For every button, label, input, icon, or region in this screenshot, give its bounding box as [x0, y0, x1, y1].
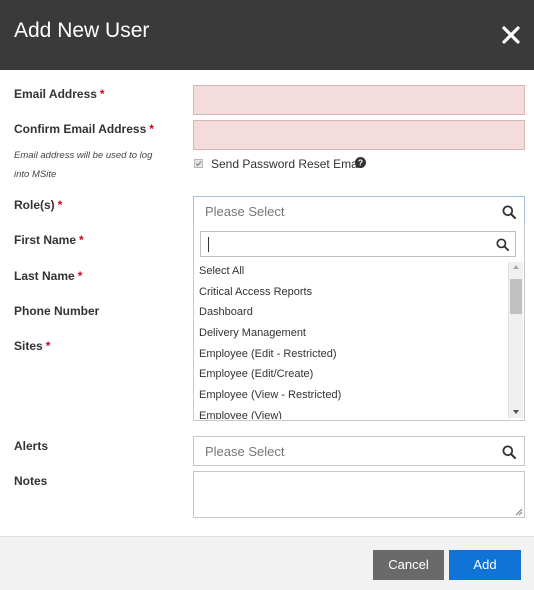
- dialog-header: Add New User: [0, 0, 534, 70]
- scrollbar-thumb[interactable]: [510, 279, 522, 314]
- notes-textarea[interactable]: [193, 471, 525, 518]
- sites-label: Sites *: [14, 339, 51, 353]
- roles-option[interactable]: Employee (View - Restricted): [194, 385, 508, 406]
- roles-dropdown: Select All Critical Access Reports Dashb…: [193, 225, 525, 421]
- required-marker: *: [99, 87, 105, 101]
- roles-option[interactable]: Critical Access Reports: [194, 282, 508, 303]
- required-marker: *: [45, 339, 51, 353]
- roles-option-select-all[interactable]: Select All: [194, 261, 508, 282]
- roles-label: Role(s) *: [14, 198, 63, 212]
- confirm-email-field[interactable]: [193, 120, 525, 150]
- email-hint: Email address will be used to log into M…: [14, 146, 184, 184]
- dialog-title: Add New User: [14, 19, 150, 42]
- roles-option[interactable]: Employee (Edit - Restricted): [194, 344, 508, 365]
- svg-text:?: ?: [358, 158, 363, 168]
- roles-scrollbar[interactable]: [508, 262, 523, 418]
- dialog-footer: Cancel Add: [0, 536, 534, 590]
- resize-grip-icon[interactable]: [515, 508, 523, 516]
- alerts-select[interactable]: Please Select: [193, 436, 525, 466]
- help-icon[interactable]: ?: [355, 157, 366, 168]
- required-marker: *: [77, 269, 83, 283]
- email-field[interactable]: [193, 85, 525, 115]
- email-hint-line: into MSite: [14, 169, 57, 180]
- search-icon: [502, 445, 516, 459]
- alerts-placeholder: Please Select: [205, 444, 285, 459]
- send-reset-email-checkbox[interactable]: [194, 159, 203, 168]
- close-icon[interactable]: [500, 24, 522, 46]
- add-button[interactable]: Add: [449, 550, 521, 580]
- search-icon: [496, 238, 509, 251]
- cancel-button[interactable]: Cancel: [373, 550, 444, 580]
- roles-option[interactable]: Delivery Management: [194, 323, 508, 344]
- phone-number-label: Phone Number: [14, 304, 100, 318]
- send-reset-email-label: Send Password Reset Email: [211, 157, 364, 171]
- search-icon: [502, 205, 516, 219]
- roles-option[interactable]: Employee (View): [194, 406, 508, 419]
- alerts-label: Alerts: [14, 439, 49, 453]
- first-name-label: First Name *: [14, 233, 84, 247]
- roles-search-input[interactable]: [200, 231, 516, 257]
- required-marker: *: [149, 122, 154, 136]
- roles-placeholder: Please Select: [205, 204, 285, 219]
- notes-label: Notes: [14, 474, 48, 488]
- confirm-email-label: Confirm Email Address *: [14, 122, 154, 136]
- scroll-down-arrow-icon[interactable]: [513, 410, 519, 414]
- roles-select[interactable]: Please Select: [193, 196, 525, 226]
- required-marker: *: [57, 198, 63, 212]
- scroll-up-arrow-icon[interactable]: [513, 265, 519, 269]
- roles-option[interactable]: Employee (Edit/Create): [194, 364, 508, 385]
- last-name-label: Last Name *: [14, 269, 83, 283]
- email-label: Email Address *: [14, 87, 105, 101]
- roles-option-list: Select All Critical Access Reports Dashb…: [194, 261, 508, 419]
- text-cursor: [208, 237, 209, 252]
- email-hint-line: Email address will be used to log: [14, 150, 153, 161]
- required-marker: *: [79, 233, 84, 247]
- roles-option[interactable]: Dashboard: [194, 302, 508, 323]
